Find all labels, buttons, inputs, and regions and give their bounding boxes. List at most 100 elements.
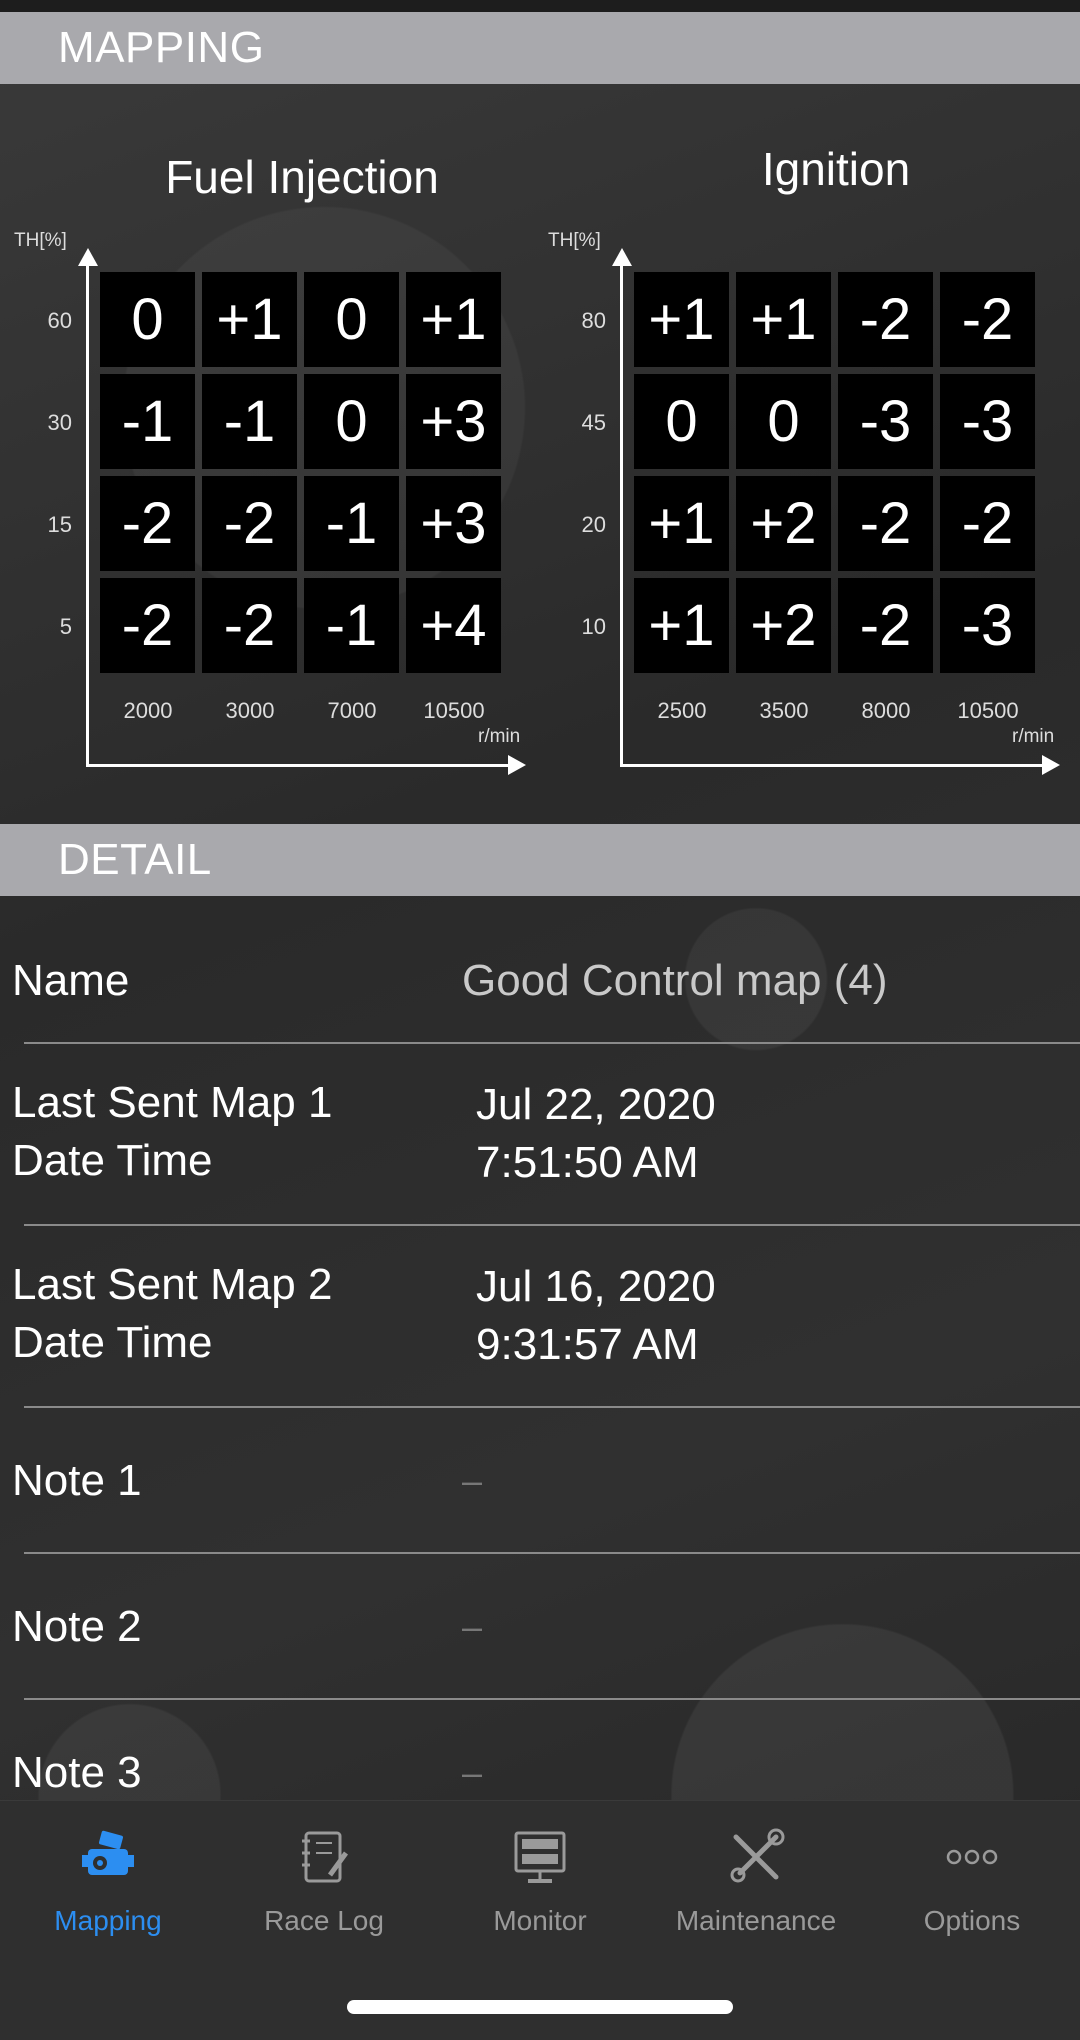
ignition-y-tick: 45 [581,410,606,435]
fuel-y-tick: 30 [47,410,72,435]
engine-icon [78,1827,138,1887]
detail-row-note3[interactable]: Note 3 – [0,1700,1080,1800]
detail-row-map2: Last Sent Map 2 Date Time Jul 16, 2020 9… [0,1226,1080,1408]
fuel-cell[interactable]: -1 [202,374,297,469]
ignition-x-tick: 3500 [759,698,809,723]
fuel-cell[interactable]: -2 [202,578,297,673]
ignition-cell[interactable]: -3 [940,374,1035,469]
tab-mapping-label: Mapping [54,1905,162,1936]
tab-monitor-label: Monitor [493,1905,587,1936]
notebook-icon [294,1827,354,1887]
ignition-y-axis-label: TH[%] [548,230,601,251]
fuel-cell[interactable]: +3 [406,374,501,469]
section-header-detail: DETAIL [0,824,1080,896]
ignition-x-tick: 2500 [657,698,707,723]
tab-maintenance-label: Maintenance [675,1905,837,1936]
fuel-cell[interactable]: -1 [304,578,399,673]
tab-mapping[interactable]: Mapping [0,1801,216,1961]
tab-maintenance[interactable]: Maintenance [648,1801,864,1961]
detail-list: Name Good Control map (4) Last Sent Map … [0,896,1080,1800]
fuel-y-tick: 60 [47,308,72,333]
map2-label-line1: Last Sent Map 2 [12,1260,333,1309]
ignition-cell[interactable]: +2 [736,476,831,571]
fuel-cell[interactable]: -2 [100,578,195,673]
more-icon [942,1827,1002,1887]
ignition-title: Ignition [761,143,911,195]
fuel-x-axis-arrow [508,755,526,775]
ignition-x-tick: 8000 [861,698,911,723]
detail-row-map1: Last Sent Map 1 Date Time Jul 22, 2020 7… [0,1044,1080,1226]
map2-time: 9:31:57 AM [476,1320,699,1369]
ignition-y-axis [620,264,623,766]
fuel-cell[interactable]: +1 [406,272,501,367]
fuel-cell[interactable]: +3 [406,476,501,571]
map1-label-line2: Date Time [12,1136,213,1185]
fuel-cell[interactable]: 0 [100,272,195,367]
fuel-x-tick: 2000 [123,698,173,723]
fuel-x-tick: 10500 [423,698,485,723]
fuel-x-unit: r/min [478,726,521,747]
note2-value: – [462,1606,483,1647]
map1-date: Jul 22, 2020 [476,1080,716,1129]
note3-value: – [462,1752,483,1793]
ignition-cell[interactable]: -3 [940,578,1035,673]
ignition-y-tick: 20 [581,512,606,537]
section-header-mapping: MAPPING [0,12,1080,84]
mapping-panel: Fuel Injection TH[%] 60 30 15 5 0 +1 0 +… [0,84,1080,824]
fuel-cell[interactable]: +4 [406,578,501,673]
ignition-x-unit: r/min [1012,726,1055,747]
ignition-cell[interactable]: +1 [634,476,729,571]
fuel-y-tick: 15 [47,512,72,537]
ignition-cell[interactable]: +1 [736,272,831,367]
detail-row-note1[interactable]: Note 1 – [0,1408,1080,1554]
fuel-cell[interactable]: 0 [304,272,399,367]
name-label: Name [12,956,130,1005]
ignition-x-axis [620,764,1042,767]
status-strip [0,0,1080,12]
fuel-y-tick: 5 [59,614,72,639]
ignition-cell[interactable]: -2 [940,476,1035,571]
monitor-icon [510,1827,570,1887]
ignition-cell[interactable]: -2 [838,578,933,673]
ignition-x-axis-arrow [1042,755,1060,775]
ignition-cell[interactable]: -2 [838,272,933,367]
ignition-cell[interactable]: -3 [838,374,933,469]
fuel-cell[interactable]: +1 [202,272,297,367]
fuel-cell[interactable]: -1 [100,374,195,469]
ignition-cell[interactable]: 0 [736,374,831,469]
ignition-cell[interactable]: +1 [634,272,729,367]
fuel-cell[interactable]: -2 [202,476,297,571]
fuel-cell[interactable]: -1 [304,476,399,571]
fuel-y-axis-label: TH[%] [14,230,67,251]
fuel-x-tick: 7000 [327,698,377,723]
fuel-y-axis [86,264,89,766]
map2-date: Jul 16, 2020 [476,1262,716,1311]
tab-options-label: Options [923,1905,1021,1936]
note1-value: – [462,1460,483,1501]
fuel-cell[interactable]: -2 [100,476,195,571]
map1-label-line1: Last Sent Map 1 [12,1078,333,1127]
tools-icon [726,1827,786,1887]
home-indicator[interactable] [347,2000,733,2014]
fuel-x-tick: 3000 [225,698,275,723]
tab-options[interactable]: Options [864,1801,1080,1961]
detail-row-name[interactable]: Name Good Control map (4) [0,896,1080,1044]
name-value: Good Control map (4) [462,956,888,1005]
ignition-cell[interactable]: -2 [838,476,933,571]
ignition-cell[interactable]: +1 [634,578,729,673]
note3-label: Note 3 [12,1748,142,1797]
fuel-cell[interactable]: 0 [304,374,399,469]
tab-monitor[interactable]: Monitor [432,1801,648,1961]
fuel-injection-title: Fuel Injection [165,151,439,203]
ignition-cell[interactable]: 0 [634,374,729,469]
fuel-x-axis [86,764,508,767]
map2-label-line2: Date Time [12,1318,213,1367]
ignition-cell[interactable]: +2 [736,578,831,673]
note1-label: Note 1 [12,1456,142,1505]
ignition-x-tick: 10500 [957,698,1019,723]
ignition-y-tick: 80 [581,308,606,333]
tab-race-log-label: Race Log [264,1905,384,1936]
tab-race-log[interactable]: Race Log [216,1801,432,1961]
detail-row-note2[interactable]: Note 2 – [0,1554,1080,1700]
ignition-cell[interactable]: -2 [940,272,1035,367]
